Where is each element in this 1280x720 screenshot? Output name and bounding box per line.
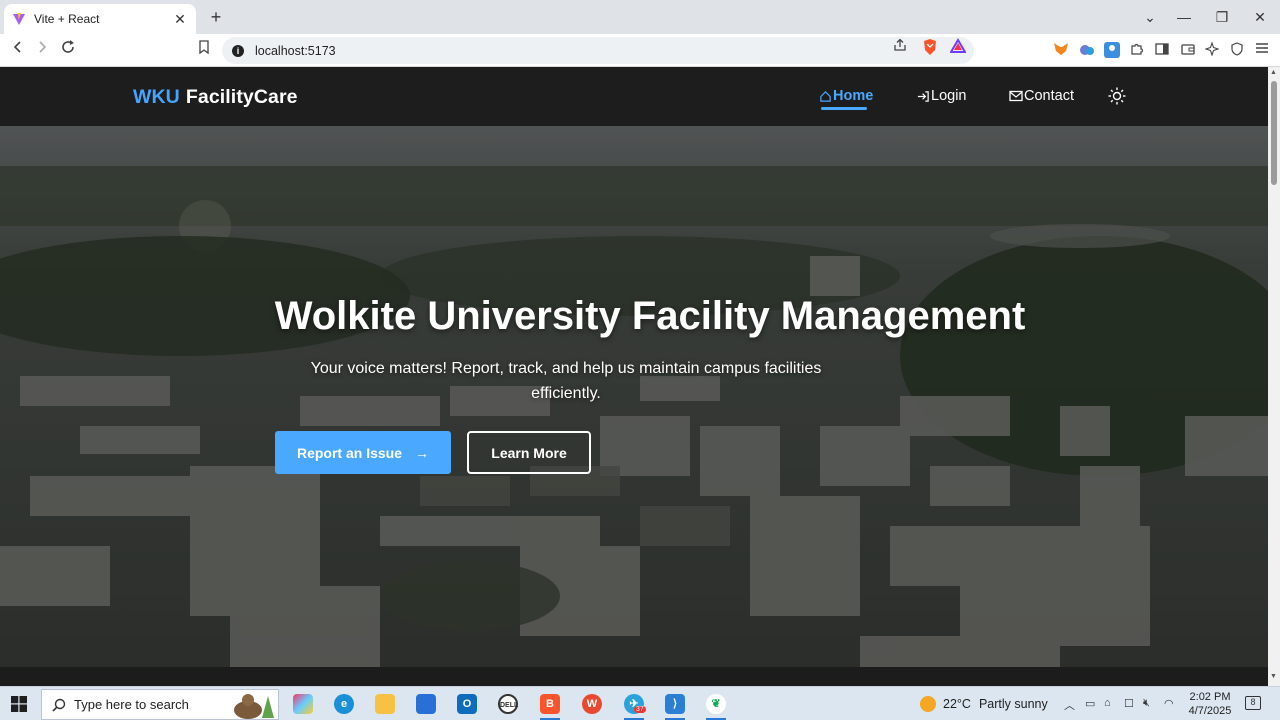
- notification-center-icon[interactable]: 8: [1245, 696, 1261, 710]
- extensions-puzzle-icon[interactable]: [1129, 42, 1145, 58]
- nav-contact-label: Contact: [1024, 88, 1074, 104]
- web-page: WKU FacilityCare Home Login Contact Wolk…: [0, 67, 1268, 686]
- hero-subtitle: Your voice matters! Report, track, and h…: [310, 360, 822, 402]
- notification-count: 8: [1250, 697, 1256, 707]
- back-icon[interactable]: [6, 39, 30, 61]
- share-icon[interactable]: [890, 38, 910, 58]
- scroll-up-icon[interactable]: ▲: [1270, 69, 1277, 76]
- active-nav-indicator: [821, 107, 867, 110]
- edge-icon[interactable]: e: [334, 694, 354, 714]
- partly-sunny-icon: [920, 696, 936, 712]
- vpn-shield-icon[interactable]: [1229, 42, 1245, 58]
- meet-now-icon[interactable]: ▭: [1085, 697, 1095, 710]
- mail-icon: [1009, 90, 1023, 102]
- new-tab-icon[interactable]: +: [205, 6, 227, 28]
- learn-more-button[interactable]: Learn More: [467, 431, 591, 474]
- leo-ai-icon[interactable]: [1204, 41, 1220, 58]
- next-section: [0, 667, 1268, 686]
- telegram-badge: 37: [634, 706, 646, 713]
- wallet-icon[interactable]: [1180, 42, 1196, 58]
- report-issue-button[interactable]: Report an Issue →: [275, 431, 451, 474]
- nav-login-label: Login: [931, 88, 967, 104]
- volume-muted-icon[interactable]: 🔇︎: [1143, 697, 1150, 710]
- login-icon: [917, 90, 929, 102]
- maximize-icon[interactable]: ❐: [1208, 6, 1236, 28]
- windows-start-icon[interactable]: [11, 696, 27, 712]
- brand-logo[interactable]: WKU FacilityCare: [133, 86, 298, 109]
- wps-office-icon[interactable]: W: [582, 694, 602, 714]
- brave-rewards-icon[interactable]: [948, 38, 968, 58]
- metamask-icon[interactable]: [1053, 42, 1069, 58]
- weather-temp: 22°C: [943, 697, 971, 711]
- windows-taskbar: Type here to search e O DELL B W ✈ 37 ⟩ …: [0, 686, 1280, 720]
- site-info-icon[interactable]: i: [232, 44, 244, 57]
- hero-title: Wolkite University Facility Management: [274, 294, 1026, 338]
- minimize-icon[interactable]: —: [1170, 6, 1198, 28]
- microsoft-store-icon[interactable]: [416, 694, 436, 714]
- forward-icon[interactable]: [30, 39, 54, 61]
- menu-icon[interactable]: [1254, 42, 1270, 58]
- brand-name: FacilityCare: [185, 86, 298, 108]
- address-bar[interactable]: i localhost:5173: [222, 37, 974, 64]
- browser-tab[interactable]: Vite + React ✕: [4, 4, 196, 34]
- arrow-right-icon: →: [415, 444, 430, 461]
- report-issue-label: Report an Issue: [296, 444, 403, 461]
- file-explorer-icon[interactable]: [375, 694, 395, 714]
- nav-contact-link[interactable]: Contact: [1009, 88, 1074, 104]
- tab-search-chevron-icon[interactable]: ⌄: [1136, 6, 1164, 28]
- url-text: localhost:5173: [255, 43, 336, 58]
- taskbar-search-box[interactable]: Type here to search: [41, 689, 279, 720]
- close-tab-icon[interactable]: ✕: [172, 11, 188, 28]
- hero-section: Wolkite University Facility Management Y…: [0, 126, 1268, 667]
- nav-home-label: Home: [833, 88, 874, 104]
- nav-home-link[interactable]: Home: [819, 88, 873, 104]
- outlook-icon[interactable]: O: [457, 694, 477, 714]
- close-window-icon[interactable]: ✕: [1246, 6, 1274, 28]
- scroll-thumb[interactable]: [1271, 81, 1277, 185]
- system-clock[interactable]: 2:02 PM 4/7/2025: [1184, 690, 1236, 718]
- extension-icon-2[interactable]: [1104, 42, 1120, 58]
- extension-icon-1[interactable]: [1079, 42, 1095, 58]
- brave-shields-icon[interactable]: [920, 38, 940, 58]
- browser-toolbar: i localhost:5173: [0, 34, 1280, 67]
- search-placeholder: Type here to search: [74, 697, 189, 712]
- reload-icon[interactable]: [56, 39, 80, 61]
- tab-title: Vite + React: [34, 12, 100, 26]
- sidebar-icon[interactable]: [1154, 42, 1170, 58]
- onedrive-icon[interactable]: ☐: [1124, 697, 1134, 710]
- home-icon: [820, 90, 831, 102]
- network-disconnected-icon[interactable]: ⌂: [1104, 697, 1111, 709]
- learn-more-label: Learn More: [491, 444, 567, 461]
- page-scrollbar[interactable]: ▲ ▼: [1268, 67, 1280, 686]
- search-icon: [52, 698, 66, 712]
- browser-tab-strip: Vite + React ✕ + ⌄ — ❐ ✕: [0, 0, 1280, 34]
- clock-date: 4/7/2025: [1188, 705, 1232, 717]
- bookmark-icon[interactable]: [192, 39, 216, 61]
- weather-desc: Partly sunny: [978, 697, 1048, 711]
- search-highlight-icon: [234, 693, 274, 719]
- brand-abbr: WKU: [133, 86, 180, 108]
- mongodb-compass-icon[interactable]: ❦: [706, 694, 726, 714]
- wifi-icon[interactable]: ◠: [1164, 697, 1174, 710]
- clock-time: 2:02 PM: [1189, 691, 1231, 703]
- copilot-icon[interactable]: [293, 694, 313, 714]
- sun-icon[interactable]: [1108, 87, 1126, 105]
- weather-widget[interactable]: 22°C Partly sunny: [920, 696, 1048, 712]
- scroll-down-icon[interactable]: ▼: [1270, 673, 1277, 680]
- vscode-icon[interactable]: ⟩: [665, 694, 685, 714]
- nav-login-link[interactable]: Login: [917, 88, 966, 104]
- brave-icon[interactable]: B: [540, 694, 560, 714]
- dell-icon[interactable]: DELL: [498, 694, 518, 714]
- show-hidden-icons-chevron-icon[interactable]: ︿: [1064, 697, 1075, 713]
- vite-icon: [13, 13, 25, 25]
- site-navbar: WKU FacilityCare Home Login Contact: [0, 67, 1268, 126]
